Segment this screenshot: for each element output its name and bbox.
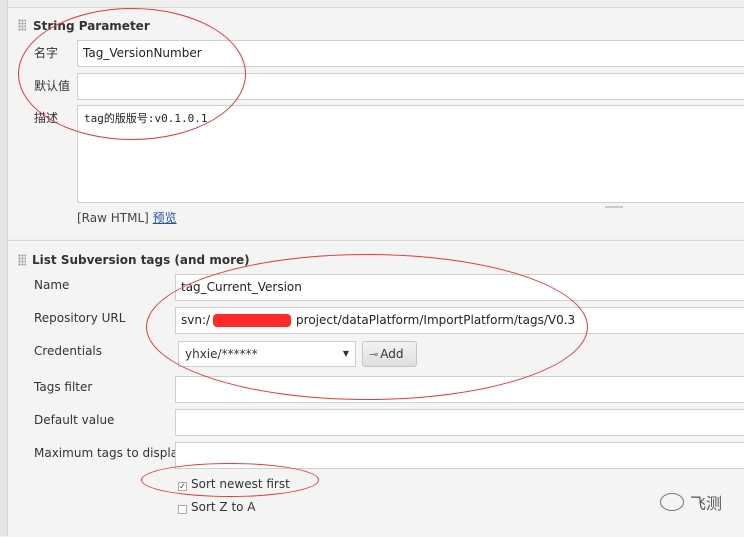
resize-handle[interactable] (605, 206, 623, 208)
add-credentials-button[interactable]: ⊸ Add (362, 341, 417, 367)
svn-name-label: Name (34, 278, 70, 292)
tags-filter-label: Tags filter (34, 380, 93, 394)
default-value-label: Default value (34, 413, 115, 427)
raw-html-text: [Raw HTML] (77, 211, 149, 225)
left-rail (0, 0, 8, 536)
repository-url-suffix: project/dataPlatform/ImportPlatform/tags… (296, 313, 576, 327)
description-textarea[interactable]: tag的版版号:v0.1.0.1 (77, 105, 744, 203)
preview-link[interactable]: 预览 (153, 211, 177, 225)
name-label: 名字 (34, 46, 59, 60)
default-value-label: 默认值 (34, 79, 71, 93)
description-label: 描述 (34, 111, 59, 125)
sort-newest-label: Sort newest first (191, 477, 290, 491)
chat-bubble-icon (659, 493, 684, 511)
max-tags-label: Maximum tags to display (34, 446, 186, 460)
repository-url-label: Repository URL (34, 311, 126, 325)
string-parameter-section: String Parameter 名字 Tag_VersionNumber 默认… (8, 7, 744, 237)
tags-filter-input[interactable] (175, 376, 744, 403)
section-title: String Parameter (33, 19, 150, 33)
svn-name-input[interactable]: tag_Current_Version (175, 274, 744, 301)
default-value-input[interactable] (175, 409, 744, 436)
raw-html-row: [Raw HTML] 预览 (77, 209, 177, 226)
credentials-value: yhxie/****** (185, 347, 258, 361)
max-tags-input[interactable] (175, 442, 744, 469)
list-svn-tags-section: List Subversion tags (and more) Name tag… (8, 240, 744, 537)
key-icon: ⊸ (369, 348, 379, 361)
watermark-text: 飞测 (689, 494, 722, 513)
watermark: 飞测 (659, 490, 722, 514)
add-button-label: Add (380, 347, 404, 361)
credentials-label: Credentials (34, 344, 103, 358)
sort-z-to-a-label: Sort Z to A (191, 500, 256, 514)
redaction-mark (213, 314, 291, 327)
drag-handle-icon[interactable] (18, 19, 26, 31)
credentials-select[interactable]: yhxie/****** ▼ (178, 341, 356, 367)
repository-url-prefix: svn:/ (181, 313, 211, 327)
default-value-input[interactable] (77, 73, 744, 100)
dropdown-arrow-icon: ▼ (342, 349, 349, 358)
section-title: List Subversion tags (and more) (32, 253, 250, 267)
sort-z-to-a-checkbox[interactable] (178, 505, 187, 514)
drag-handle-icon[interactable] (18, 254, 26, 266)
sort-newest-checkbox[interactable]: ✓ (178, 482, 187, 491)
name-input[interactable]: Tag_VersionNumber (77, 40, 744, 67)
